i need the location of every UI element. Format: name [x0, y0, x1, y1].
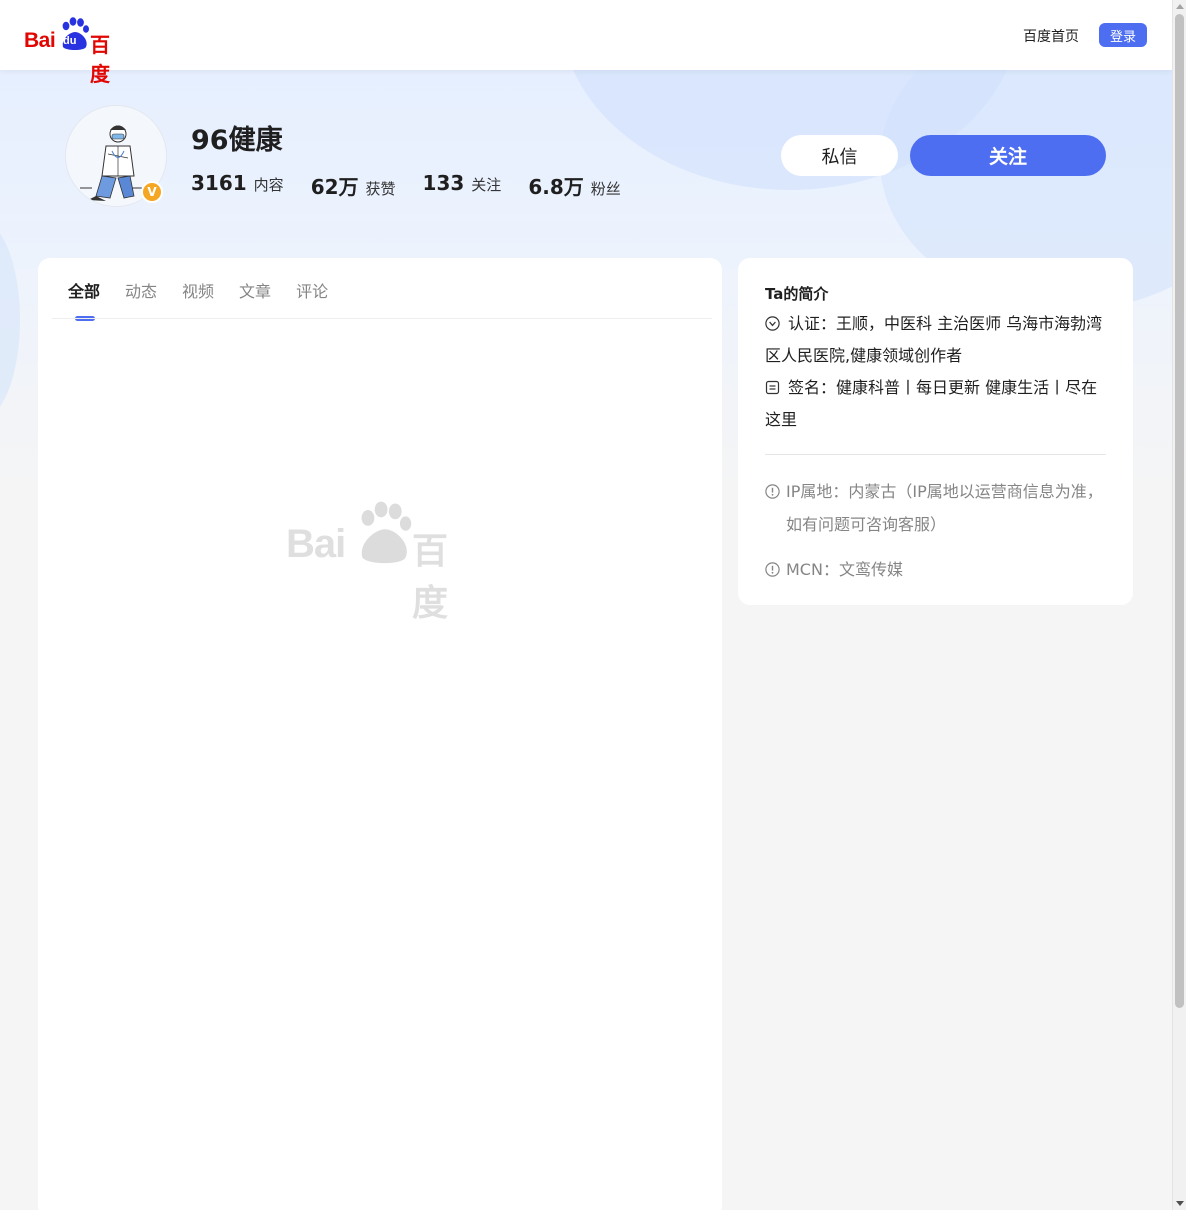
signature-text: 签名：健康科普丨每日更新 健康生活丨尽在这里 [765, 378, 1098, 429]
logo-text-cn: 百度 [90, 33, 110, 86]
baidu-paw-icon [361, 501, 412, 564]
stat-value: 62万 [310, 175, 359, 199]
stat-value: 6.8万 [528, 175, 584, 199]
private-message-button[interactable]: 私信 [781, 135, 898, 176]
tab-all[interactable]: 全部 [68, 278, 100, 321]
signature-doc-icon [765, 380, 780, 395]
hero-decoration [0, 220, 20, 420]
scrollbar-thumb[interactable] [1175, 14, 1184, 1008]
stat-label: 内容 [253, 176, 284, 194]
baidu-logo[interactable]: Bai du 百度 [24, 17, 128, 86]
info-icon [765, 562, 780, 577]
page-scrollbar[interactable] [1172, 0, 1186, 1210]
loading-placeholder-logo: Bai 百度 [286, 501, 476, 624]
stat-value: 133 [422, 171, 465, 195]
tab-comments[interactable]: 评论 [296, 278, 328, 316]
login-button[interactable]: 登录 [1099, 23, 1147, 47]
placeholder-logo-text-bai: Bai [286, 522, 346, 566]
stat-label: 获赞 [365, 180, 396, 198]
top-navigation-bar: Bai du 百度 百度首页 登录 [0, 0, 1172, 86]
ip-location-row: IP属地：内蒙古（IP属地以运营商信息为准，如有问题可咨询客服） [765, 475, 1110, 541]
logo-text-du: du [63, 35, 77, 47]
info-icon [765, 484, 780, 499]
scroll-up-arrow-icon[interactable] [1176, 4, 1184, 9]
stat-content-count[interactable]: 3161 内容 [191, 171, 284, 200]
mcn-row: MCN：文鸾传媒 [765, 553, 1110, 586]
ip-location-text: IP属地：内蒙古（IP属地以运营商信息为准，如有问题可咨询客服） [786, 482, 1103, 534]
profile-stats: 3161 内容 62万 获赞 133 关注 6.8万 粉丝 [191, 171, 621, 200]
account-meta: IP属地：内蒙古（IP属地以运营商信息为准，如有问题可咨询客服） MCN：文鸾传… [765, 475, 1110, 586]
stat-value: 3161 [191, 171, 247, 195]
content-tabs: 全部 动态 视频 文章 评论 [68, 278, 328, 321]
intro-card: Ta的简介 认证：王顺，中医科 主治医师 乌海市海勃湾区人民医院,健康领域创作者… [738, 258, 1133, 605]
certification-text: 认证：王顺，中医科 主治医师 乌海市海勃湾区人民医院,健康领域创作者 [765, 314, 1103, 365]
verified-badge-icon: V [141, 181, 163, 203]
follow-button[interactable]: 关注 [910, 135, 1106, 176]
scroll-down-arrow-icon[interactable] [1176, 1201, 1184, 1206]
logo-text-bai: Bai [24, 29, 56, 52]
tabs-divider [52, 318, 712, 319]
baidu-home-link[interactable]: 百度首页 [1023, 26, 1079, 46]
stat-followers-count[interactable]: 6.8万 粉丝 [528, 171, 620, 200]
tab-articles[interactable]: 文章 [239, 278, 271, 316]
placeholder-logo-text-cn: 百度 [412, 531, 449, 624]
intro-details: 认证：王顺，中医科 主治医师 乌海市海勃湾区人民医院,健康领域创作者 签名：健康… [765, 308, 1110, 436]
certification-row: 认证：王顺，中医科 主治医师 乌海市海勃湾区人民医院,健康领域创作者 [765, 308, 1110, 372]
stat-likes-count[interactable]: 62万 获赞 [311, 171, 396, 200]
signature-row: 签名：健康科普丨每日更新 健康生活丨尽在这里 [765, 372, 1110, 436]
stat-label: 关注 [471, 176, 502, 194]
stat-following-count[interactable]: 133 关注 [423, 171, 502, 200]
tab-updates[interactable]: 动态 [125, 278, 157, 316]
verified-check-icon [765, 316, 780, 331]
stat-label: 粉丝 [590, 180, 621, 198]
intro-title: Ta的简介 [765, 285, 829, 303]
mcn-text: MCN：文鸾传媒 [786, 560, 903, 579]
intro-divider [765, 454, 1106, 455]
content-feed-card: 全部 动态 视频 文章 评论 Bai 百度 [38, 258, 722, 1210]
profile-name: 96健康 [191, 125, 283, 156]
tab-videos[interactable]: 视频 [182, 278, 214, 316]
